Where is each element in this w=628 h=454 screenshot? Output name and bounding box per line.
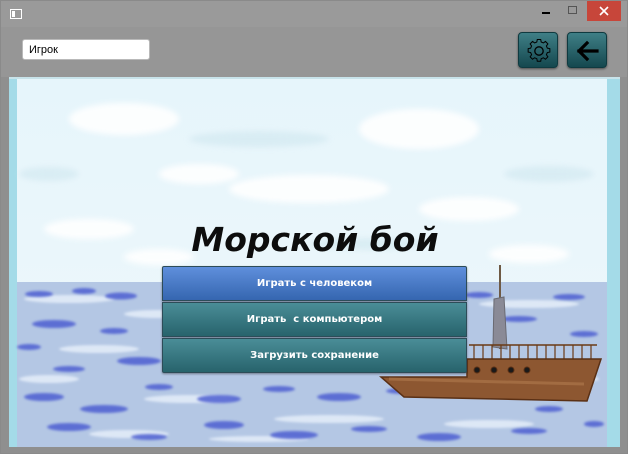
app-window: Морской бой Играть с человеком Играть с … xyxy=(0,0,628,454)
minimize-button[interactable] xyxy=(533,1,559,21)
sea-background xyxy=(9,77,620,447)
maximize-button[interactable] xyxy=(560,1,586,21)
player-name-input[interactable] xyxy=(22,39,150,60)
arrow-left-icon xyxy=(576,40,599,62)
back-button[interactable] xyxy=(567,32,607,68)
sea-scene xyxy=(9,79,620,447)
app-icon xyxy=(10,9,22,19)
game-title: Морской бой xyxy=(191,220,439,259)
close-button[interactable] xyxy=(587,1,621,21)
toolbar xyxy=(1,27,627,77)
close-icon xyxy=(599,6,609,16)
gear-icon xyxy=(527,39,551,62)
settings-button[interactable] xyxy=(518,32,558,68)
load-save-button[interactable]: Загрузить сохранение xyxy=(162,338,467,373)
play-vs-computer-button[interactable]: Играть с компьютером xyxy=(162,302,467,337)
title-bar xyxy=(1,1,627,27)
play-vs-human-button[interactable]: Играть с человеком xyxy=(162,266,467,301)
